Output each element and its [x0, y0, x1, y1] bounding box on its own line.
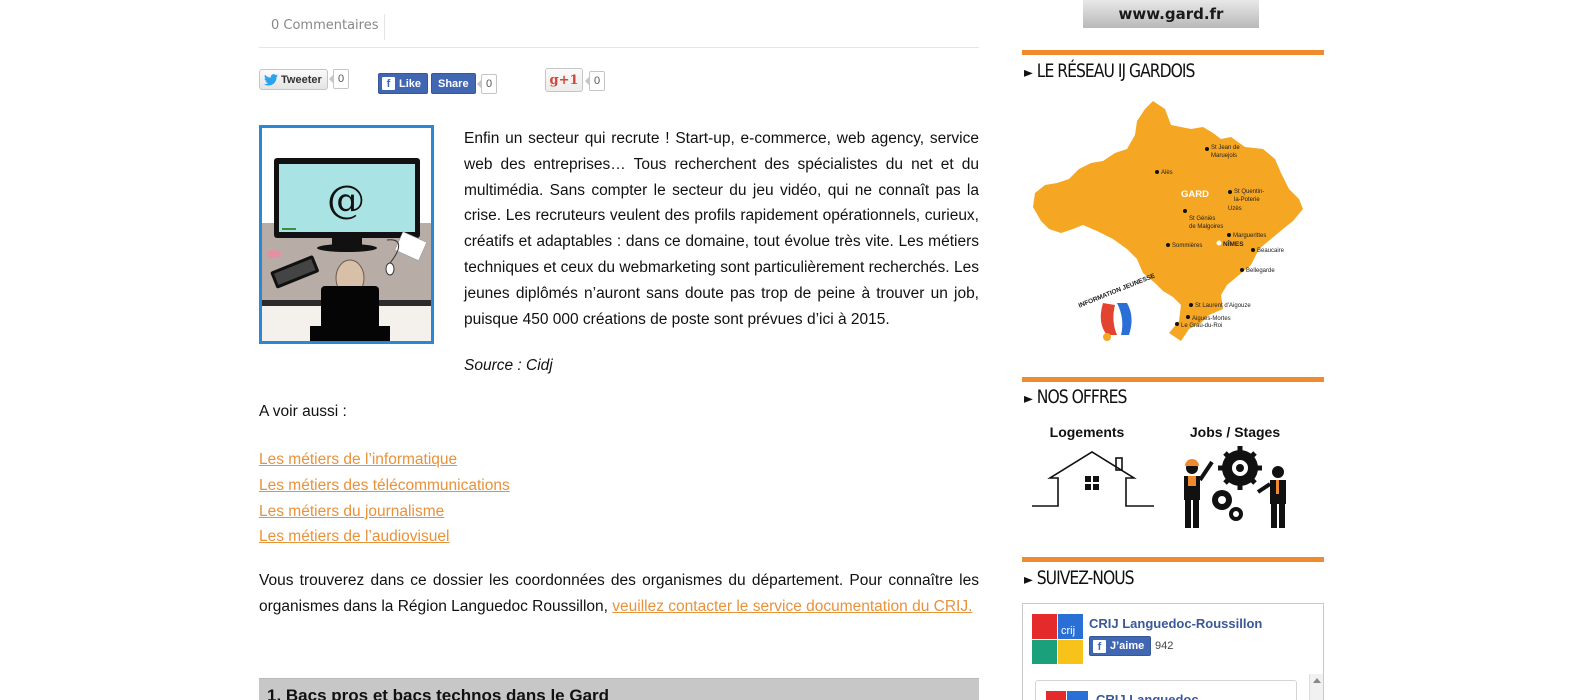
offer-jobs-stages[interactable]: Jobs / Stages — [1170, 424, 1300, 440]
sidebar: www.gard.fr ► LE RÉSEAU IJ GARDOIS GARD S… — [1022, 0, 1324, 700]
facebook-page-widget: crij CRIJ Languedoc-Roussillon f J’aime … — [1022, 603, 1324, 700]
twitter-bird-icon — [264, 73, 278, 85]
tweet-button[interactable]: Tweeter — [259, 69, 328, 90]
widget-title-reseau: ► LE RÉSEAU IJ GARDOIS — [1024, 60, 1196, 82]
map-town-aiguesmortes: Aigues-Mortes — [1192, 316, 1231, 322]
section-header-bar: 1. Bacs pros et bacs technos dans le Gar… — [259, 678, 979, 700]
fb-share-label: Share — [438, 77, 469, 90]
article-thumbnail: @ — [259, 125, 434, 344]
tweet-label: Tweeter — [281, 73, 322, 86]
widget-title-offres: ► NOS OFFRES — [1024, 386, 1128, 408]
facebook-like-count: 942 — [1155, 640, 1174, 652]
see-also-heading: A voir aussi : — [259, 403, 347, 420]
widget-accent-bar — [1022, 557, 1324, 562]
related-link-telecommunications[interactable]: Les métiers des télécommunications — [259, 473, 510, 499]
related-link-journalisme[interactable]: Les métiers du journalisme — [259, 499, 510, 525]
workers-gears-icon — [1184, 446, 1286, 528]
map-town-bellegarde: Bellegarde — [1246, 268, 1275, 274]
article-source: Source : Cidj — [464, 357, 553, 374]
map-town-uzes: Uzès — [1228, 206, 1242, 212]
gard-website-banner[interactable]: www.gard.fr — [1083, 0, 1259, 28]
map-town-sommieres: Sommières — [1172, 243, 1202, 249]
facebook-like-button[interactable]: f Like — [378, 73, 429, 94]
facebook-page-name[interactable]: CRIJ Languedoc-Roussillon — [1089, 616, 1262, 631]
tweet-count: 0 — [328, 69, 350, 89]
facebook-share-button[interactable]: Share — [431, 73, 476, 94]
map-town-stjean: St Jean de — [1211, 145, 1240, 151]
facebook-post-preview[interactable]: CRIJ Languedoc — [1035, 680, 1297, 700]
google-plus-button[interactable]: g+1 — [545, 68, 583, 92]
article-intro-paragraph: Enfin un secteur qui recrute ! Start-up,… — [464, 130, 979, 328]
widget-title-reseau-text: LE RÉSEAU IJ GARDOIS — [1036, 60, 1196, 82]
map-label-gard: GARD — [1181, 189, 1209, 200]
offer-logements[interactable]: Logements — [1022, 424, 1152, 440]
related-link-audiovisuel[interactable]: Les métiers de l’audiovisuel — [259, 524, 510, 550]
offer-logements-label: Logements — [1049, 424, 1125, 440]
widget-accent-bar — [1022, 50, 1324, 55]
information-jeunesse-logo: INFORMATION JEUNESSE — [1078, 272, 1157, 309]
crij-logo: crij — [1032, 614, 1083, 664]
fb-like-label: Like — [399, 77, 422, 90]
map-town-lapoterie: la-Poterie — [1234, 197, 1260, 203]
triangle-right-icon: ► — [1024, 65, 1033, 81]
map-town-nimes: NÎMES — [1223, 239, 1244, 248]
widget-title-suivez-text: SUIVEZ-NOUS — [1036, 567, 1135, 589]
offer-jobs-label: Jobs / Stages — [1189, 424, 1281, 440]
map-town-stgenies: St Géniès — [1189, 216, 1215, 222]
at-sign: @ — [327, 178, 365, 222]
map-town-stquentin: St Quentin- — [1234, 189, 1264, 195]
triangle-right-icon: ► — [1024, 391, 1033, 407]
facebook-count: 0 — [476, 74, 498, 94]
article-column: 0 Commentaires Tweeter 0 f Like Share 0 … — [259, 0, 979, 700]
widget-accent-bar — [1022, 377, 1324, 382]
facebook-icon: f — [382, 77, 395, 90]
widget-title-offres-text: NOS OFFRES — [1036, 386, 1128, 408]
crij-documentation-link[interactable]: veuillez contacter le service documentat… — [612, 598, 972, 615]
widget-title-suivez: ► SUIVEZ-NOUS — [1024, 567, 1135, 589]
gard-map-svg: GARD St Jean de Maruejols Alès St Quenti… — [1033, 101, 1303, 341]
map-town-stlaurent: St Laurent d’Aigouze — [1195, 303, 1251, 309]
section-title: 1. Bacs pros et bacs technos dans le Gar… — [267, 686, 610, 700]
map-town-beaucaire: Beaucaire — [1257, 248, 1285, 254]
map-town-ales: Alès — [1161, 170, 1173, 176]
ij-logo-text: INFORMATION JEUNESSE — [1078, 272, 1157, 309]
gplus-icon: g+1 — [549, 72, 579, 88]
gard-network-map[interactable]: GARD St Jean de Maruejols Alès St Quenti… — [1031, 99, 1311, 344]
meta-divider — [384, 14, 385, 40]
article-outro-paragraph: Vous trouverez dans ce dossier les coord… — [259, 568, 979, 620]
crij-logo-text: crij — [1061, 625, 1075, 637]
crij-logo-small — [1046, 691, 1088, 700]
triangle-right-icon: ► — [1024, 572, 1033, 588]
scroll-up-arrow-icon[interactable] — [1313, 678, 1321, 683]
facebook-post-author: CRIJ Languedoc — [1096, 692, 1199, 700]
gplus-count: 0 — [584, 71, 606, 91]
related-links-list: Les métiers de l’informatique Les métier… — [259, 447, 510, 550]
map-town-marguerittes: Marguerittes — [1233, 233, 1266, 239]
map-town-maruejols: Maruejols — [1211, 153, 1237, 159]
map-town-graudroi: Le Grau-du-Roi — [1181, 323, 1222, 329]
comments-count-link[interactable]: 0 Commentaires — [271, 18, 379, 33]
share-buttons-row: Tweeter 0 f Like Share 0 g+1 0 — [259, 66, 979, 96]
facebook-jaime-label: J’aime — [1110, 640, 1145, 652]
map-town-malgoires: de Malgoires — [1189, 224, 1223, 230]
facebook-icon: f — [1093, 639, 1106, 653]
house-icon — [1032, 451, 1154, 507]
facebook-widget-scrollbar[interactable] — [1309, 674, 1323, 700]
related-link-informatique[interactable]: Les métiers de l’informatique — [259, 447, 510, 473]
computer-user-illustration: @ — [262, 128, 431, 341]
article-meta-bar: 0 Commentaires — [259, 0, 979, 48]
facebook-jaime-button[interactable]: f J’aime — [1089, 636, 1152, 656]
